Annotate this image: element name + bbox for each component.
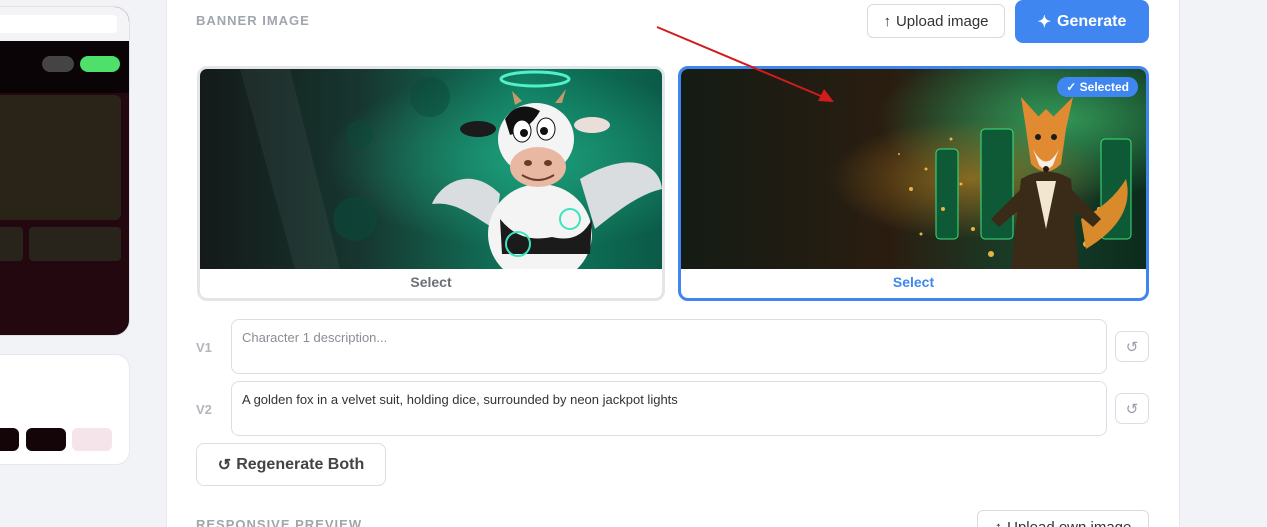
regenerate-both-label: Regenerate Both	[236, 455, 365, 473]
upload-icon: ↑	[883, 12, 891, 30]
preview-browser-bar	[0, 7, 129, 41]
generate-label: Generate	[1057, 12, 1127, 30]
color-swatch[interactable]	[0, 428, 19, 451]
preview-card-wide	[29, 227, 121, 261]
upload-own-image-label: Upload own image	[1007, 518, 1132, 527]
selected-badge: ✓ Selected	[1057, 77, 1138, 97]
color-swatch[interactable]	[72, 428, 112, 451]
reset-icon: ↺	[1125, 400, 1139, 418]
preview-column	[0, 0, 130, 527]
reset-v1-button[interactable]: ↺	[1115, 331, 1149, 362]
preview-card-small	[0, 227, 23, 261]
annotation-arrow	[656, 26, 834, 102]
preview-hero-block	[0, 95, 121, 220]
upload-own-image-button[interactable]: ↑ Upload own image	[977, 510, 1149, 527]
mobile-preview	[0, 6, 130, 336]
banner-option-card-v1[interactable]: Select	[197, 66, 665, 301]
color-palette-card	[0, 354, 130, 465]
select-option-v1[interactable]: Select	[200, 265, 662, 298]
section-title-responsive: RESPONSIVE PREVIEW	[196, 517, 363, 527]
upload-image-button[interactable]: ↑ Upload image	[867, 4, 1005, 38]
reset-icon: ↺	[1125, 338, 1139, 356]
character-2-description-field[interactable]: A golden fox in a velvet suit, holding d…	[231, 381, 1107, 436]
upload-image-label: Upload image	[895, 12, 989, 30]
upload-icon: ↑	[994, 518, 1003, 527]
cow-angel-illustration	[200, 69, 662, 269]
regenerate-both-button[interactable]: ↺ Regenerate Both	[196, 443, 386, 486]
select-option-v2[interactable]: Select	[681, 265, 1146, 298]
sparkle-icon: ✦	[1037, 13, 1052, 31]
section-title-banner: BANNER IMAGE	[196, 13, 310, 28]
color-swatch[interactable]	[26, 428, 66, 451]
variant-label-v1: V1	[196, 340, 212, 355]
refresh-icon: ↺	[217, 456, 232, 474]
preview-url-field	[0, 15, 117, 33]
character-1-description-field[interactable]: Character 1 description...	[231, 319, 1107, 374]
generate-button[interactable]: ✦ Generate	[1015, 0, 1149, 43]
reset-v2-button[interactable]: ↺	[1115, 393, 1149, 424]
preview-signup-pill	[80, 56, 120, 72]
variant-label-v2: V2	[196, 402, 212, 417]
preview-login-pill	[42, 56, 74, 72]
